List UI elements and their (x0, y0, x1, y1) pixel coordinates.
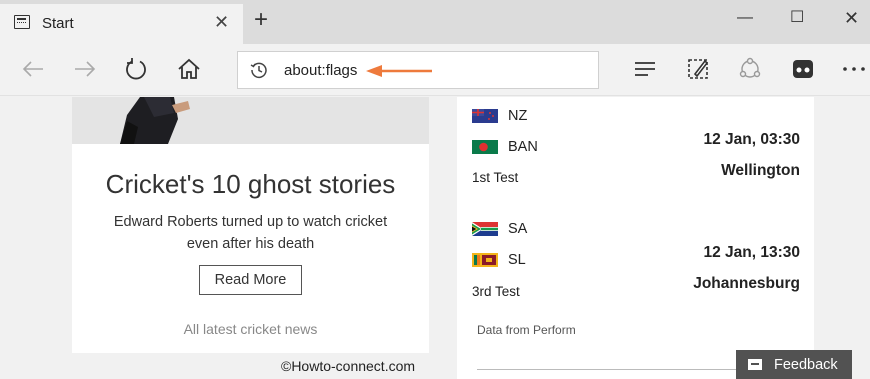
sa-flag-icon (472, 222, 498, 236)
watermark: ©Howto-connect.com (281, 358, 416, 374)
cricket-scores-panel: NZ BAN 12 Jan, 03:30 Wellington 1st Test… (457, 97, 814, 379)
minimize-button[interactable]: — (737, 10, 753, 26)
share-icon[interactable] (737, 56, 763, 82)
url-text[interactable]: about:flags (284, 62, 357, 79)
team-row[interactable]: BAN (472, 138, 538, 156)
forward-icon[interactable] (72, 56, 98, 82)
match-type: 1st Test (472, 170, 519, 185)
refresh-icon[interactable] (123, 56, 149, 82)
feedback-label: Feedback (774, 356, 838, 373)
sl-flag-icon (472, 253, 498, 267)
more-icon[interactable] (841, 56, 867, 82)
team-name: NZ (508, 108, 528, 124)
read-more-button[interactable]: Read More (199, 265, 302, 295)
article-title[interactable]: Cricket's 10 ghost stories (72, 169, 429, 200)
web-note-icon[interactable] (685, 56, 711, 82)
team-row[interactable]: NZ (472, 107, 527, 125)
article-description: Edward Roberts turned up to watch cricke… (113, 214, 388, 252)
page-content: Cricket's 10 ghost stories Edward Robert… (0, 97, 870, 379)
match-venue: Wellington (721, 162, 800, 179)
team-row[interactable]: SA (472, 220, 527, 238)
back-icon[interactable] (20, 56, 46, 82)
data-source: Data from Perform (477, 323, 576, 337)
annotation-arrow (365, 64, 435, 83)
new-tab-button[interactable]: + (254, 8, 268, 32)
team-row[interactable]: SL (472, 251, 526, 269)
window-close-button[interactable]: ✕ (844, 9, 859, 27)
hub-icon[interactable] (790, 56, 816, 82)
navigation-bar: about:flags (0, 44, 870, 96)
article-image (72, 97, 429, 144)
nz-flag-icon (472, 109, 498, 123)
match-venue: Johannesburg (693, 275, 800, 292)
feedback-icon (748, 359, 762, 370)
team-name: SA (508, 221, 528, 237)
history-icon (250, 61, 268, 79)
ban-flag-icon (472, 140, 498, 154)
match-time: 12 Jan, 03:30 (703, 131, 800, 148)
team-name: BAN (508, 139, 538, 155)
tab-close-icon[interactable]: ✕ (214, 13, 229, 31)
tab-start[interactable]: Start ✕ (0, 4, 243, 44)
match-time: 12 Jan, 13:30 (703, 244, 800, 261)
match-type: 3rd Test (472, 284, 520, 299)
address-bar[interactable]: about:flags (237, 51, 599, 89)
divider (477, 369, 737, 370)
reading-view-icon[interactable] (632, 56, 658, 82)
tab-title: Start (42, 15, 74, 32)
tab-page-icon (14, 15, 30, 29)
home-icon[interactable] (176, 56, 202, 82)
team-name: SL (508, 252, 526, 268)
maximize-button[interactable]: ☐ (790, 10, 804, 26)
article-card: Cricket's 10 ghost stories Edward Robert… (72, 97, 429, 353)
title-bar: Start ✕ + — ☐ ✕ (0, 0, 870, 44)
latest-cricket-news-link[interactable]: All latest cricket news (72, 321, 429, 337)
feedback-button[interactable]: Feedback (736, 350, 852, 379)
